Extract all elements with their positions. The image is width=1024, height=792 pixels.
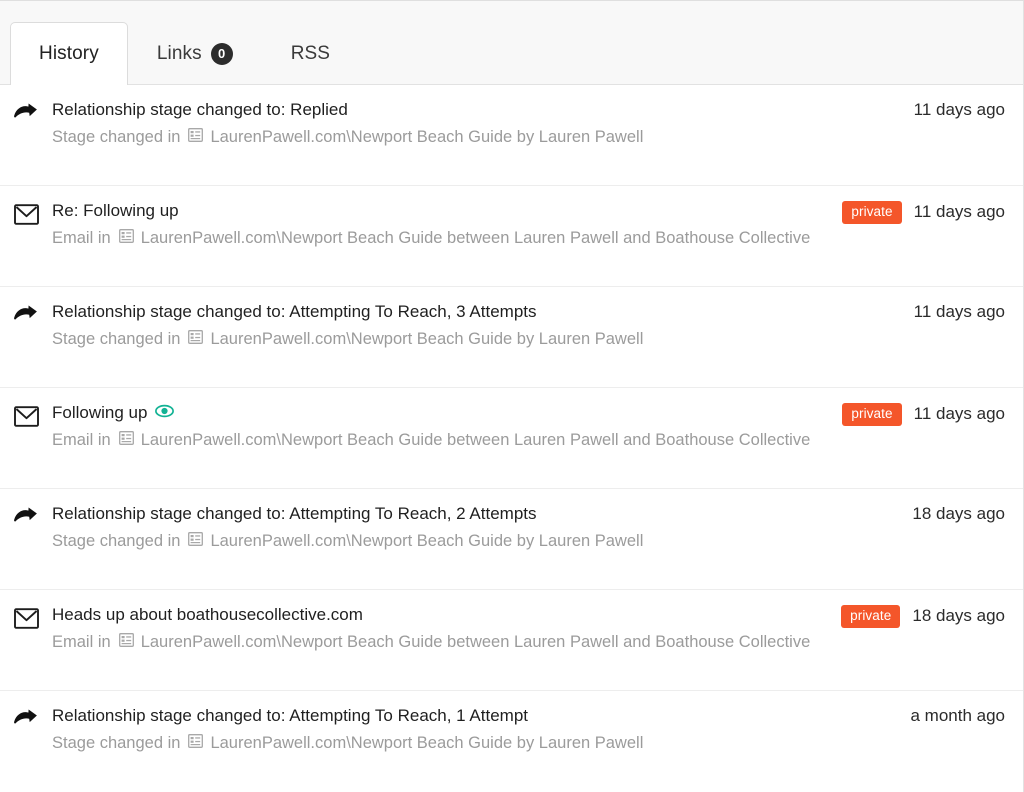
history-row[interactable]: Relationship stage changed to: Attemptin… <box>0 691 1023 792</box>
row-meta: private 11 days ago <box>842 200 1005 224</box>
email-envelope-icon <box>13 406 39 432</box>
row-subtitle-prefix: Stage changed in <box>52 734 181 752</box>
row-context-path[interactable]: LaurenPawell.com\Newport Beach Guide by … <box>210 328 643 350</box>
tab-rss[interactable]: RSS <box>262 22 359 84</box>
row-subtitle-prefix: Email in <box>52 633 111 651</box>
row-type-icon <box>0 503 52 534</box>
history-row[interactable]: Relationship stage changed to: Attemptin… <box>0 287 1023 388</box>
project-list-icon <box>118 227 134 249</box>
row-title-line: Heads up about boathousecollective.com <box>52 604 841 626</box>
row-title[interactable]: Relationship stage changed to: Replied <box>52 99 348 121</box>
tab-history[interactable]: History <box>10 22 128 85</box>
email-envelope-icon <box>13 204 39 230</box>
row-subtitle-line: Email in LaurenPawell.com\Newport Beach G… <box>52 429 842 451</box>
activity-history-panel: History Links 0 RSS Relationship stage chan… <box>0 0 1024 792</box>
row-type-icon <box>0 402 52 432</box>
history-list: Relationship stage changed to: Replied St… <box>0 85 1024 792</box>
timestamp: 18 days ago <box>912 504 1005 523</box>
row-body: Relationship stage changed to: Replied St… <box>52 99 914 148</box>
row-title-line: Re: Following up <box>52 200 842 222</box>
row-context-path[interactable]: LaurenPawell.com\Newport Beach Guide by … <box>210 530 643 552</box>
row-title[interactable]: Relationship stage changed to: Attemptin… <box>52 301 537 323</box>
row-subtitle-line: Stage changed in LaurenPawell.com\Newport… <box>52 126 914 148</box>
row-body: Re: Following up Email in LaurenPawell.com… <box>52 200 842 249</box>
timestamp: 11 days ago <box>913 302 1005 321</box>
row-body: Relationship stage changed to: Attemptin… <box>52 503 912 552</box>
email-envelope-icon <box>13 608 39 634</box>
timestamp: 11 days ago <box>913 404 1005 424</box>
row-title[interactable]: Following up <box>52 402 147 424</box>
row-title-line: Following up <box>52 402 842 424</box>
row-title[interactable]: Relationship stage changed to: Attemptin… <box>52 705 528 727</box>
privacy-badge: private <box>842 403 902 426</box>
privacy-badge: private <box>842 201 902 224</box>
row-subtitle-prefix: Email in <box>52 431 111 449</box>
row-body: Heads up about boathousecollective.com Em… <box>52 604 841 653</box>
timestamp: 18 days ago <box>912 606 1005 626</box>
row-meta: 11 days ago <box>914 99 1005 120</box>
row-meta: private 18 days ago <box>841 604 1005 628</box>
row-body: Relationship stage changed to: Attemptin… <box>52 705 910 754</box>
row-context-path[interactable]: LaurenPawell.com\Newport Beach Guide bet… <box>141 227 811 249</box>
history-row[interactable]: Heads up about boathousecollective.com Em… <box>0 590 1023 691</box>
row-body: Relationship stage changed to: Attemptin… <box>52 301 914 350</box>
history-row[interactable]: Relationship stage changed to: Replied St… <box>0 85 1023 186</box>
tab-bar: History Links 0 RSS <box>0 1 1024 85</box>
row-subtitle-prefix: Email in <box>52 229 111 247</box>
row-type-icon <box>0 99 52 130</box>
tab-label: History <box>39 42 99 64</box>
project-list-icon <box>118 429 134 451</box>
privacy-badge: private <box>841 605 901 628</box>
row-subtitle-line: Stage changed in LaurenPawell.com\Newport… <box>52 530 912 552</box>
row-meta: 18 days ago <box>912 503 1005 524</box>
stage-change-arrow-icon <box>13 507 39 534</box>
stage-change-arrow-icon <box>13 103 39 130</box>
row-subtitle-line: Email in LaurenPawell.com\Newport Beach G… <box>52 227 842 249</box>
tab-label: RSS <box>290 42 331 64</box>
row-title-line: Relationship stage changed to: Attemptin… <box>52 503 912 525</box>
tab-links[interactable]: Links 0 <box>128 22 262 84</box>
row-meta: 11 days ago <box>914 301 1005 322</box>
row-meta: a month ago <box>910 705 1005 726</box>
project-list-icon <box>188 126 204 148</box>
project-list-icon <box>188 530 204 552</box>
row-type-icon <box>0 604 52 634</box>
row-subtitle-prefix: Stage changed in <box>52 330 181 348</box>
row-type-icon <box>0 200 52 230</box>
row-subtitle-line: Email in LaurenPawell.com\Newport Beach G… <box>52 631 841 653</box>
project-list-icon <box>188 732 204 754</box>
project-list-icon <box>188 328 204 350</box>
row-body: Following up Email in LaurenPawell.com\New… <box>52 402 842 451</box>
stage-change-arrow-icon <box>13 709 39 736</box>
row-meta: private 11 days ago <box>842 402 1005 426</box>
stage-change-arrow-icon <box>13 305 39 332</box>
history-row[interactable]: Re: Following up Email in LaurenPawell.com… <box>0 186 1023 287</box>
row-type-icon <box>0 301 52 332</box>
row-title[interactable]: Relationship stage changed to: Attemptin… <box>52 503 537 525</box>
row-title-line: Relationship stage changed to: Attemptin… <box>52 301 914 323</box>
project-list-icon <box>118 631 134 653</box>
row-subtitle-line: Stage changed in LaurenPawell.com\Newport… <box>52 732 910 754</box>
history-row[interactable]: Relationship stage changed to: Attemptin… <box>0 489 1023 590</box>
timestamp: a month ago <box>910 706 1005 725</box>
row-subtitle-line: Stage changed in LaurenPawell.com\Newport… <box>52 328 914 350</box>
row-title[interactable]: Re: Following up <box>52 200 179 222</box>
row-context-path[interactable]: LaurenPawell.com\Newport Beach Guide bet… <box>141 631 811 653</box>
email-viewed-eye-icon[interactable] <box>155 402 175 424</box>
history-row[interactable]: Following up Email in LaurenPawell.com\New… <box>0 388 1023 489</box>
row-subtitle-prefix: Stage changed in <box>52 532 181 550</box>
tab-label: Links <box>156 42 202 64</box>
row-title-line: Relationship stage changed to: Replied <box>52 99 914 121</box>
row-context-path[interactable]: LaurenPawell.com\Newport Beach Guide bet… <box>141 429 811 451</box>
row-title[interactable]: Heads up about boathousecollective.com <box>52 604 363 626</box>
row-title-line: Relationship stage changed to: Attemptin… <box>52 705 910 727</box>
row-type-icon <box>0 705 52 736</box>
row-context-path[interactable]: LaurenPawell.com\Newport Beach Guide by … <box>210 126 643 148</box>
timestamp: 11 days ago <box>913 202 1005 222</box>
tab-count-badge: 0 <box>210 42 233 65</box>
row-subtitle-prefix: Stage changed in <box>52 128 181 146</box>
row-context-path[interactable]: LaurenPawell.com\Newport Beach Guide by … <box>210 732 643 754</box>
timestamp: 11 days ago <box>913 100 1005 119</box>
